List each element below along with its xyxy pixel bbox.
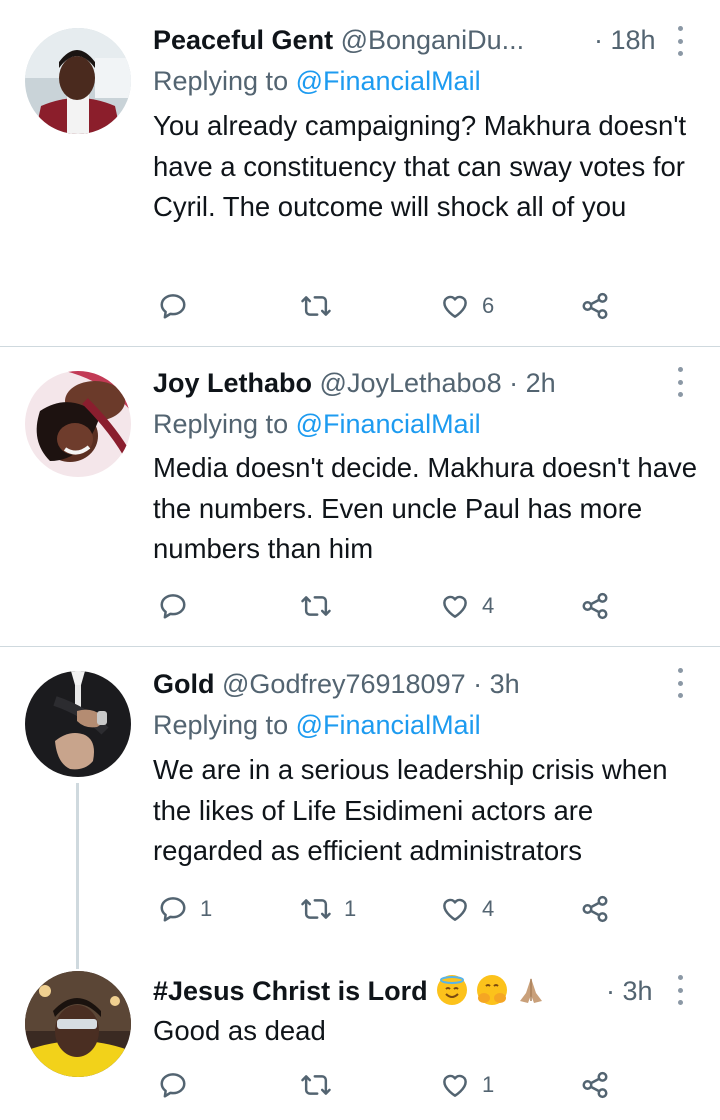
display-name[interactable]: Peaceful Gent bbox=[153, 25, 333, 55]
share-button[interactable] bbox=[580, 891, 610, 927]
like-count: 1 bbox=[482, 1072, 495, 1097]
mention-link[interactable]: @FinancialMail bbox=[296, 66, 481, 96]
more-options-icon[interactable] bbox=[675, 975, 685, 1005]
display-name[interactable]: Joy Lethabo bbox=[153, 368, 312, 398]
reply-icon bbox=[160, 1073, 186, 1098]
share-icon bbox=[582, 1071, 608, 1099]
tweet-text: Media doesn't decide. Makhura doesn't ha… bbox=[153, 452, 698, 564]
replying-to-label: Replying to bbox=[153, 710, 289, 740]
reply-icon bbox=[160, 594, 186, 619]
avatar[interactable] bbox=[25, 28, 131, 134]
like-button[interactable]: 4 bbox=[440, 891, 494, 927]
retweet-count: 1 bbox=[344, 896, 357, 921]
tweet-2[interactable]: Joy Lethabo @JoyLethabo8 · 2h Replying t… bbox=[0, 347, 720, 646]
share-button[interactable] bbox=[580, 588, 610, 624]
retweet-button[interactable] bbox=[300, 1067, 344, 1103]
reply-button[interactable] bbox=[158, 1067, 200, 1103]
like-button[interactable]: 1 bbox=[440, 1067, 494, 1103]
timestamp[interactable]: · 3h bbox=[473, 669, 520, 699]
timestamp[interactable]: · 3h bbox=[606, 973, 653, 1009]
share-icon bbox=[582, 292, 608, 320]
tweet-text: We are in a serious leadership crisis wh… bbox=[153, 754, 668, 866]
share-icon bbox=[582, 592, 608, 620]
more-options-icon[interactable] bbox=[675, 367, 685, 397]
avatar[interactable] bbox=[25, 371, 131, 477]
folded-hands-emoji bbox=[516, 975, 546, 1005]
mention-link[interactable]: @FinancialMail bbox=[296, 710, 481, 740]
tweet-4[interactable]: #Jesus Christ is Lord · 3h Good as dead bbox=[0, 947, 720, 1120]
more-options-icon[interactable] bbox=[675, 26, 685, 56]
retweet-icon bbox=[301, 899, 331, 919]
tweet-1[interactable]: Peaceful Gent @BonganiDu... · 18h Replyi… bbox=[0, 0, 720, 346]
avatar[interactable] bbox=[25, 671, 131, 777]
heart-icon bbox=[443, 295, 467, 318]
tweet-3[interactable]: Gold @Godfrey76918097 · 3h Replying to @… bbox=[0, 647, 720, 969]
reply-icon bbox=[160, 897, 186, 922]
retweet-icon bbox=[301, 596, 331, 616]
heart-icon bbox=[443, 1074, 467, 1097]
mention-link[interactable]: @FinancialMail bbox=[296, 409, 481, 439]
reply-count: 1 bbox=[200, 896, 213, 921]
replying-to-label: Replying to bbox=[153, 409, 289, 439]
retweet-button[interactable] bbox=[300, 288, 344, 324]
replying-to: Replying to @FinancialMail bbox=[153, 406, 481, 442]
tweet-header: Joy Lethabo @JoyLethabo8 · 2h bbox=[153, 365, 720, 401]
reply-button[interactable]: 1 bbox=[158, 891, 212, 927]
reply-icon bbox=[160, 294, 186, 319]
avatar[interactable] bbox=[25, 971, 131, 1077]
like-button[interactable]: 4 bbox=[440, 588, 494, 624]
user-handle[interactable]: @BonganiDu... bbox=[341, 25, 525, 55]
timestamp[interactable]: · 18h bbox=[594, 22, 656, 58]
like-count: 4 bbox=[482, 593, 495, 618]
replying-to: Replying to @FinancialMail bbox=[153, 63, 481, 99]
display-name[interactable]: Gold bbox=[153, 669, 215, 699]
retweet-button[interactable]: 1 bbox=[300, 891, 356, 927]
user-handle[interactable]: @Godfrey76918097 bbox=[222, 669, 466, 699]
tweet-text: You already campaigning? Makhura doesn't… bbox=[153, 110, 687, 222]
replying-to: Replying to @FinancialMail bbox=[153, 707, 481, 743]
tweet-header: Gold @Godfrey76918097 · 3h bbox=[153, 666, 720, 702]
share-button[interactable] bbox=[580, 1067, 610, 1103]
like-count: 6 bbox=[482, 293, 495, 318]
retweet-icon bbox=[301, 1075, 331, 1095]
retweet-button[interactable] bbox=[300, 588, 344, 624]
retweet-icon bbox=[301, 296, 331, 316]
user-handle[interactable]: @JoyLethabo8 bbox=[320, 368, 502, 398]
like-count: 4 bbox=[482, 896, 495, 921]
more-options-icon[interactable] bbox=[675, 668, 685, 698]
timestamp[interactable]: · 2h bbox=[509, 368, 556, 398]
share-icon bbox=[582, 895, 608, 923]
display-name[interactable]: #Jesus Christ is Lord bbox=[153, 976, 428, 1006]
heart-icon bbox=[443, 898, 467, 921]
replying-to-label: Replying to bbox=[153, 66, 289, 96]
like-button[interactable]: 6 bbox=[440, 288, 494, 324]
reply-button[interactable] bbox=[158, 588, 200, 624]
heart-icon bbox=[443, 595, 467, 618]
share-button[interactable] bbox=[580, 288, 610, 324]
smiling-face-with-halo-emoji bbox=[437, 975, 468, 1005]
tweet-text: Good as dead bbox=[153, 1015, 326, 1046]
hugging-face-emoji bbox=[476, 975, 507, 1005]
reply-button[interactable] bbox=[158, 288, 200, 324]
thread-line bbox=[76, 783, 79, 969]
